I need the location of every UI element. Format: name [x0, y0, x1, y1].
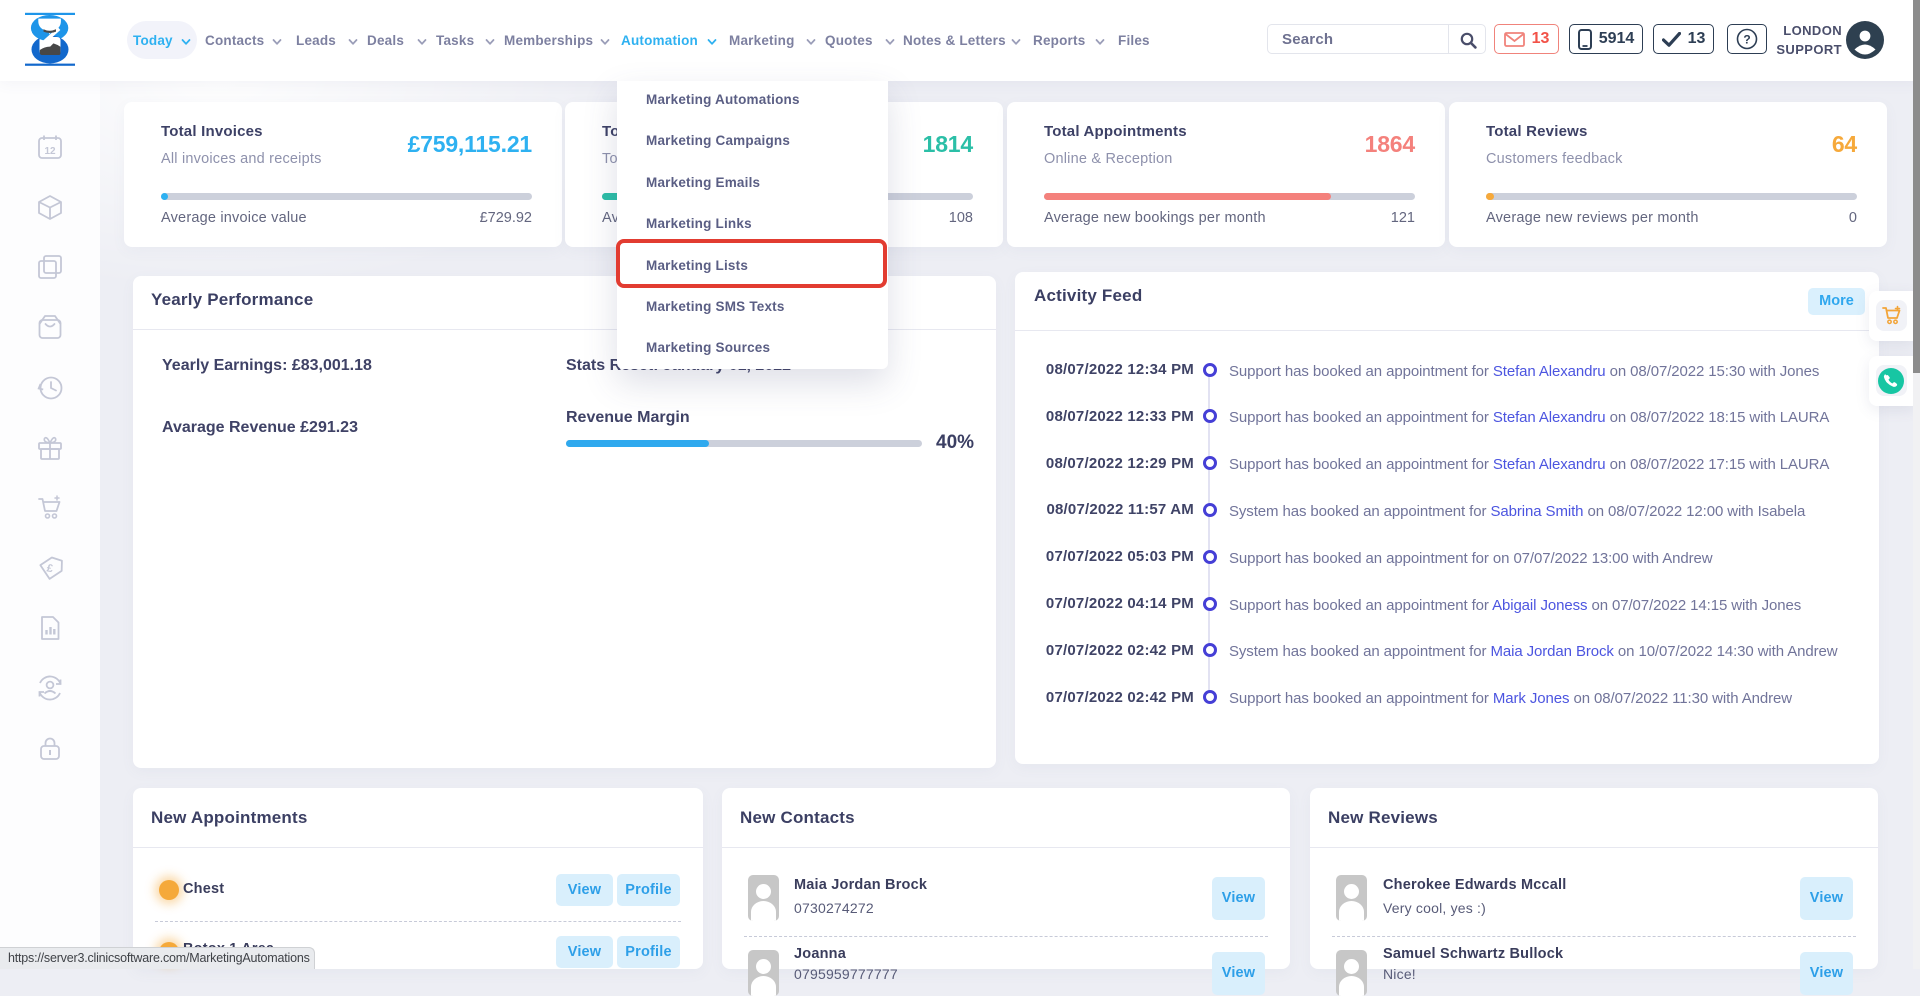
svg-text:12: 12: [44, 146, 56, 157]
svg-text:?: ?: [1743, 32, 1750, 46]
svg-text:£: £: [46, 562, 54, 575]
